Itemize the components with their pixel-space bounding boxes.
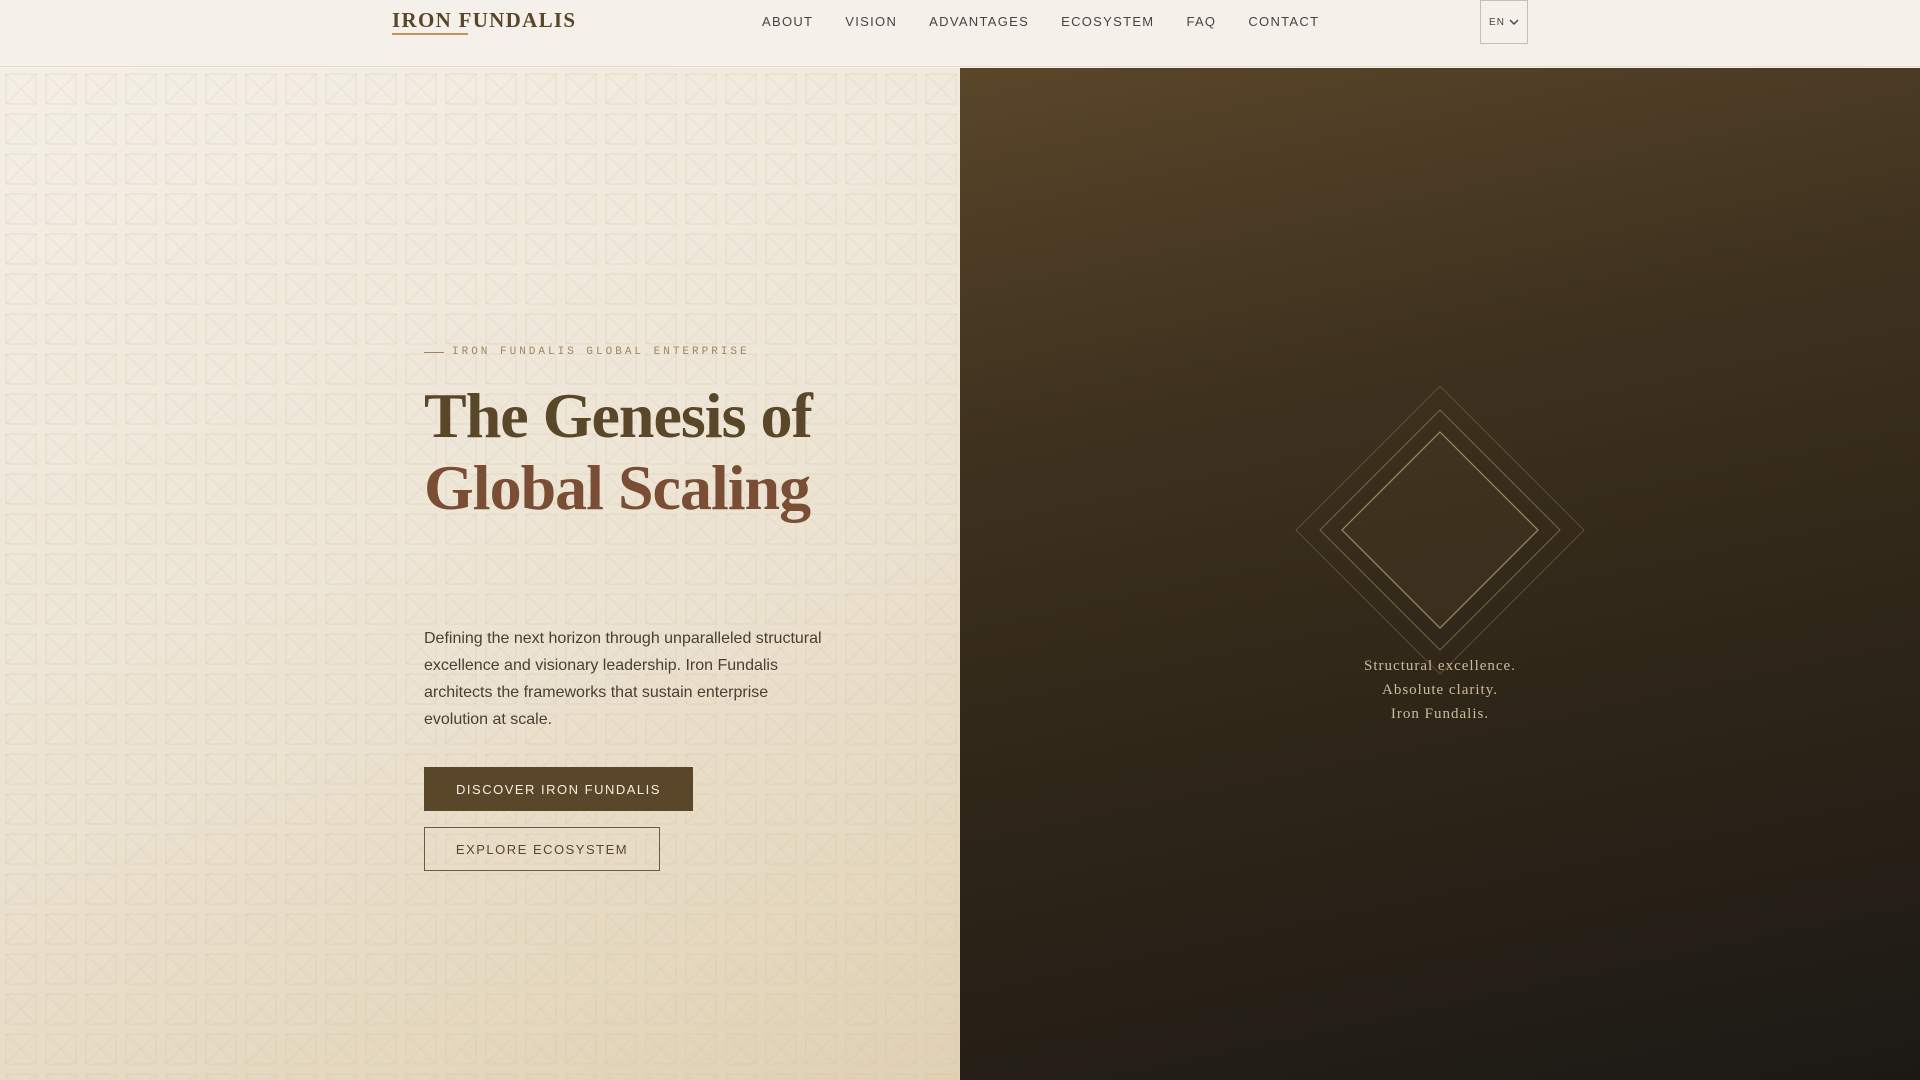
eyebrow-line [424,351,444,353]
discover-button[interactable]: DISCOVER IRON FUNDALIS [424,767,693,811]
hero-right-panel: Structural excellence. Absolute clarity.… [960,68,1920,1080]
hero-description: Defining the next horizon through unpara… [424,630,822,728]
hero-eyebrow: IRON FUNDALIS GLOBAL ENTERPRISE [424,346,750,358]
logo-underline [392,33,468,35]
site-header: IRON FUNDALIS ABOUT VISION ADVANTAGES EC… [0,0,1920,67]
nav-faq[interactable]: FAQ [1186,14,1216,29]
logo[interactable]: IRON FUNDALIS [392,8,576,33]
tagline-line-2: Absolute clarity. [1381,682,1498,698]
eyebrow-text: IRON FUNDALIS GLOBAL ENTERPRISE [452,346,750,358]
background-pattern [0,68,960,1080]
nav-advantages[interactable]: ADVANTAGES [929,14,1029,29]
nav-about[interactable]: ABOUT [762,14,813,29]
nav-ecosystem[interactable]: ECOSYSTEM [1061,14,1154,29]
language-selector[interactable]: EN [1480,0,1528,44]
main-nav: ABOUT VISION ADVANTAGES ECOSYSTEM FAQ CO… [762,14,1319,29]
hero-headline: The Genesis of Global Scaling [424,380,813,524]
chevron-down-icon [1509,19,1519,25]
diamond-emblem-icon [1295,385,1585,675]
hero-left-panel: IRON FUNDALIS GLOBAL ENTERPRISE The Gene… [0,68,960,1080]
nav-contact[interactable]: CONTACT [1248,14,1319,29]
nav-vision[interactable]: VISION [845,14,897,29]
tagline-line-1: Structural excellence. [1364,658,1516,674]
language-label: EN [1489,16,1505,28]
tagline-line-3: Iron Fundalis. [1390,706,1490,722]
explore-ecosystem-button[interactable]: EXPLORE ECOSYSTEM [424,827,660,871]
headline-line-2: Global Scaling [424,452,811,523]
headline-line-1: The Genesis of [424,380,813,451]
hero-tagline: Structural excellence. Absolute clarity.… [1240,654,1640,726]
